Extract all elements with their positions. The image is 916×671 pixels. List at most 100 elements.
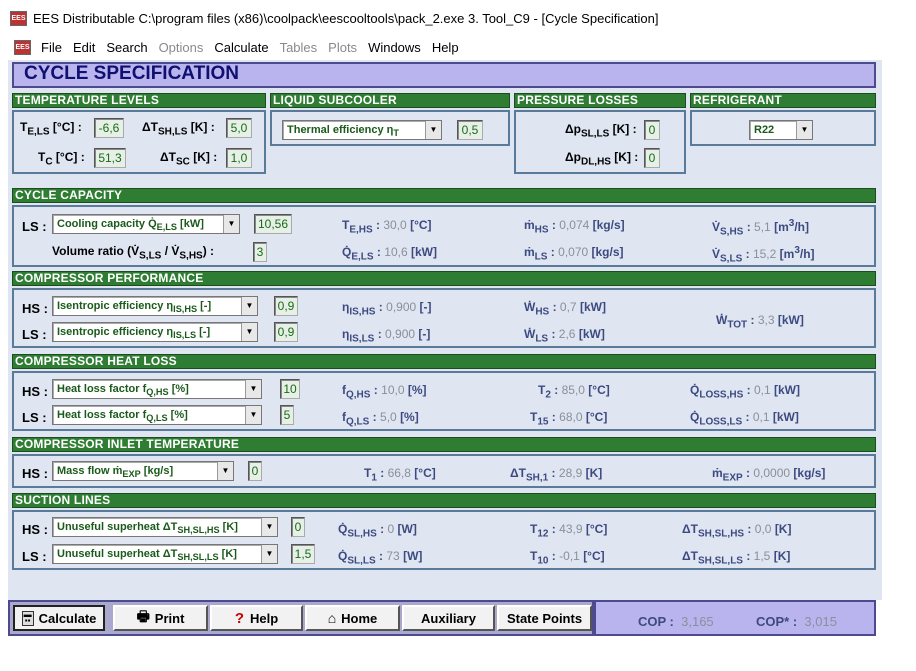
ls-heat-loss-dropdown[interactable]: Heat loss factor fQ,LS [%] ▼ xyxy=(52,405,262,425)
dtsh1-result: ΔTSH,1 : 28,9 [K] xyxy=(510,466,603,484)
subcooler-value-input[interactable]: 0,5 xyxy=(457,120,483,140)
dtsc-input[interactable]: 1,0 xyxy=(226,148,252,168)
section-liquid-subcooler: LIQUID SUBCOOLER xyxy=(270,93,510,108)
print-button[interactable]: 🖶 Print xyxy=(113,605,208,631)
vs-ls-result: V̇S,LS : 15,2 [m3/h] xyxy=(712,245,815,265)
inlet-mode-dropdown[interactable]: Mass flow ṁEXP [kg/s] ▼ xyxy=(52,461,234,481)
w-ls-result: ẆLS : 2,6 [kW] xyxy=(524,327,605,345)
help-button[interactable]: ? Help xyxy=(210,605,303,631)
ls-efficiency-mode: Isentropic efficiency ηIS,LS [-] xyxy=(57,326,211,341)
menu-options[interactable]: Options xyxy=(159,40,204,55)
menu-calculate[interactable]: Calculate xyxy=(214,40,268,55)
chevron-down-icon[interactable]: ▼ xyxy=(796,121,812,139)
menu-file[interactable]: File xyxy=(41,40,62,55)
dtsc-label: ΔTSC [K] : xyxy=(160,150,218,168)
window-titlebar: EES EES Distributable C:\program files (… xyxy=(0,0,916,36)
chevron-down-icon[interactable]: ▼ xyxy=(261,545,277,563)
home-label: Home xyxy=(341,610,378,626)
auxiliary-button[interactable]: Auxiliary xyxy=(402,605,495,631)
capacity-mode-dropdown[interactable]: Cooling capacity Q̇E,LS [kW] ▼ xyxy=(52,214,240,234)
subcooler-mode-dropdown[interactable]: Thermal efficiency ηT ▼ xyxy=(282,120,442,140)
eta-hs-result: ηIS,HS : 0,900 [-] xyxy=(342,300,432,318)
chevron-down-icon[interactable]: ▼ xyxy=(217,462,233,480)
menu-edit[interactable]: Edit xyxy=(73,40,95,55)
ls-superheat-mode: Unuseful superheat ΔTSH,SL,LS [K] xyxy=(57,548,237,563)
chevron-down-icon[interactable]: ▼ xyxy=(241,297,257,315)
menu-search[interactable]: Search xyxy=(106,40,147,55)
w-tot-result: ẆTOT : 3,3 [kW] xyxy=(716,313,804,331)
ls-superheat-dropdown[interactable]: Unuseful superheat ΔTSH,SL,LS [K] ▼ xyxy=(52,544,278,564)
state-points-button[interactable]: State Points xyxy=(497,605,592,631)
dtsl-hs-result: ΔTSH,SL,HS : 0,0 [K] xyxy=(682,522,792,540)
menu-help[interactable]: Help xyxy=(432,40,459,55)
section-compressor-inlet-temperature: COMPRESSOR INLET TEMPERATURE xyxy=(12,437,876,452)
dp-dl-label: ΔpDL,HS [K] : xyxy=(565,150,639,168)
home-icon: ⌂ xyxy=(327,610,337,626)
sl-ls-label: LS : xyxy=(22,549,47,564)
hs-efficiency-dropdown[interactable]: Isentropic efficiency ηIS,HS [-] ▼ xyxy=(52,296,258,316)
hs-heat-loss-input[interactable]: 10 xyxy=(280,379,300,399)
t12-result: T12 : 43,9 [°C] xyxy=(530,522,608,540)
chevron-down-icon[interactable]: ▼ xyxy=(241,323,257,341)
section-refrigerant: REFRIGERANT xyxy=(690,93,876,108)
hs-superheat-dropdown[interactable]: Unuseful superheat ΔTSH,SL,HS [K] ▼ xyxy=(52,517,278,537)
chevron-down-icon[interactable]: ▼ xyxy=(245,380,261,398)
section-temperature-levels: TEMPERATURE LEVELS xyxy=(12,93,266,108)
tc-input[interactable]: 51,3 xyxy=(94,148,126,168)
dp-sl-label: ΔpSL,LS [K] : xyxy=(565,122,637,140)
home-button[interactable]: ⌂ Home xyxy=(305,605,400,631)
volume-ratio-label: Volume ratio (V̇S,LS / V̇S,HS) : xyxy=(52,244,215,262)
inlet-value-input[interactable]: 0 xyxy=(248,461,262,481)
ees-document-icon[interactable]: EES xyxy=(14,39,31,55)
volume-ratio-input[interactable]: 3 xyxy=(253,242,267,262)
ls-efficiency-dropdown[interactable]: Isentropic efficiency ηIS,LS [-] ▼ xyxy=(52,322,258,342)
dtsh-ls-input[interactable]: 5,0 xyxy=(226,118,252,138)
help-label: Help xyxy=(250,610,279,626)
calculator-icon: ▬ ▪▪ xyxy=(21,609,34,626)
ees-icon: EES xyxy=(10,10,27,26)
auxiliary-label: Auxiliary xyxy=(421,610,476,626)
te-ls-input[interactable]: -6,6 xyxy=(94,118,124,138)
printer-icon: 🖶 xyxy=(136,608,150,624)
chevron-down-icon[interactable]: ▼ xyxy=(261,518,277,536)
hl-hs-label: HS : xyxy=(22,384,48,399)
ls-superheat-input[interactable]: 1,5 xyxy=(291,544,315,564)
hs-superheat-input[interactable]: 0 xyxy=(291,517,305,537)
chevron-down-icon[interactable]: ▼ xyxy=(223,215,239,233)
t2-result: T2 : 85,0 [°C] xyxy=(538,383,610,401)
ls-heat-loss-input[interactable]: 5 xyxy=(280,405,294,425)
menu-bar: EES File Edit Search Options Calculate T… xyxy=(0,36,916,58)
hs-heat-loss-mode: Heat loss factor fQ,HS [%] xyxy=(57,383,189,398)
m-ls-result: ṁLS : 0,070 [kg/s] xyxy=(524,245,624,263)
dp-dl-input[interactable]: 0 xyxy=(644,148,660,168)
chevron-down-icon[interactable]: ▼ xyxy=(425,121,441,139)
te-hs-result: TE,HS : 30,0 [°C] xyxy=(342,218,432,236)
ls-efficiency-input[interactable]: 0,9 xyxy=(274,322,298,342)
chevron-down-icon[interactable]: ▼ xyxy=(245,406,261,424)
dtsl-ls-result: ΔTSH,SL,LS : 1,5 [K] xyxy=(682,549,791,567)
t10-result: T10 : -0,1 [°C] xyxy=(530,549,605,567)
state-points-label: State Points xyxy=(506,610,583,626)
tc-label: TC [°C] : xyxy=(38,150,85,168)
cp-ls-label: LS : xyxy=(22,327,47,342)
menu-windows[interactable]: Windows xyxy=(368,40,421,55)
cit-hs-label: HS : xyxy=(22,466,48,481)
capacity-input[interactable]: 10,56 xyxy=(254,214,292,234)
refrigerant-dropdown[interactable]: R22 ▼ xyxy=(749,120,813,140)
hs-efficiency-input[interactable]: 0,9 xyxy=(274,296,298,316)
cp-hs-label: HS : xyxy=(22,301,48,316)
qsl-hs-result: Q̇SL,HS : 0 [W] xyxy=(338,522,417,540)
section-cycle-capacity: CYCLE CAPACITY xyxy=(12,188,876,203)
inlet-mode-value: Mass flow ṁEXP [kg/s] xyxy=(57,465,174,480)
hs-heat-loss-dropdown[interactable]: Heat loss factor fQ,HS [%] ▼ xyxy=(52,379,262,399)
dp-sl-input[interactable]: 0 xyxy=(644,120,660,140)
menu-plots[interactable]: Plots xyxy=(328,40,357,55)
ls-heat-loss-mode: Heat loss factor fQ,LS [%] xyxy=(57,409,188,424)
calculate-button[interactable]: ▬ ▪▪ Calculate xyxy=(13,605,105,631)
cc-ls-label: LS : xyxy=(22,219,47,234)
hs-superheat-mode: Unuseful superheat ΔTSH,SL,HS [K] xyxy=(57,521,238,536)
qe-ls-result: Q̇E,LS : 10,6 [kW] xyxy=(342,245,437,263)
cop-result: COP : 3,165 xyxy=(638,614,714,629)
qloss-ls-result: Q̇LOSS,LS : 0,1 [kW] xyxy=(690,410,799,428)
menu-tables[interactable]: Tables xyxy=(280,40,318,55)
